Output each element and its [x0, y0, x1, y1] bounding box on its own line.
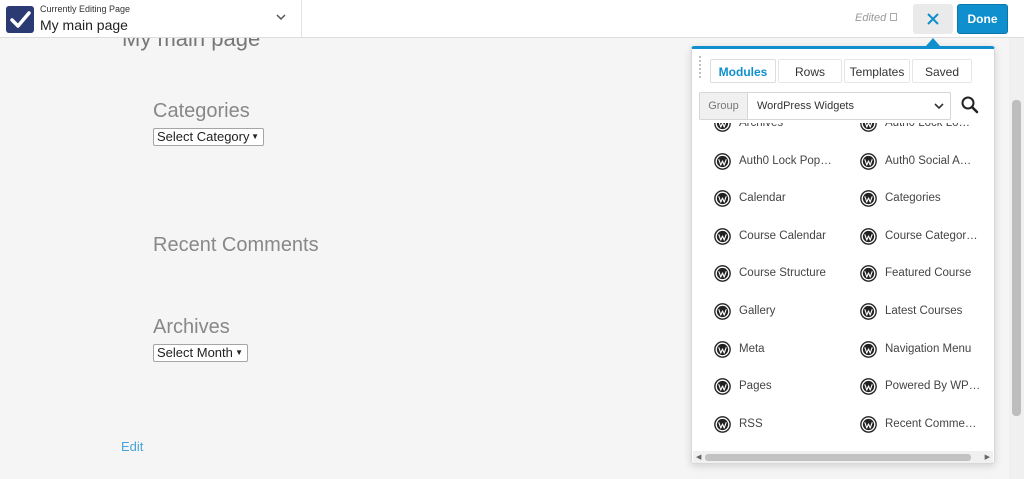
module-label: Course Calendar: [739, 229, 826, 242]
module-label: Categories: [885, 192, 941, 205]
wordpress-icon: [860, 123, 877, 132]
done-button[interactable]: Done: [957, 4, 1008, 34]
module-label: RSS: [739, 417, 763, 430]
wordpress-icon: [860, 152, 877, 170]
panel-pointer: [926, 38, 940, 46]
month-select-value: Select Month: [157, 345, 233, 360]
module-label: Auth0 Lock Pop…: [739, 154, 832, 167]
module-label: Calendar: [739, 192, 786, 205]
modules-panel: Modules Rows Templates Saved Group WordP…: [691, 46, 995, 464]
category-select-value: Select Category: [157, 129, 250, 144]
wordpress-icon: [714, 227, 731, 245]
tab-saved[interactable]: Saved: [912, 59, 972, 83]
scroll-right-icon[interactable]: ▶: [985, 453, 990, 461]
wordpress-icon: [714, 378, 731, 396]
module-label: Powered By WP…: [885, 380, 981, 393]
wordpress-icon: [860, 227, 877, 245]
scrollbar-thumb[interactable]: [1012, 100, 1021, 416]
wordpress-icon: [860, 340, 877, 358]
chevron-down-icon[interactable]: [274, 10, 288, 24]
group-value: WordPress Widgets: [757, 100, 854, 112]
chevron-down-icon: [934, 103, 944, 110]
module-label: Featured Course: [885, 267, 972, 280]
wordpress-icon: [860, 378, 877, 396]
module-label: Course Structure: [739, 267, 826, 280]
wordpress-icon: [860, 190, 877, 208]
top-bar: Currently Editing Page My main page Edit…: [0, 0, 1024, 38]
page-selector[interactable]: Currently Editing Page My main page: [0, 0, 302, 38]
panel-horizontal-scrollbar[interactable]: ◀ ▶: [693, 451, 993, 463]
module-label: Gallery: [739, 305, 776, 317]
wordpress-icon: [714, 190, 731, 208]
scroll-left-icon[interactable]: ◀: [696, 453, 701, 461]
wordpress-icon: [714, 340, 731, 358]
checkmark-logo-icon: [6, 6, 34, 33]
wordpress-icon: [714, 303, 731, 320]
module-list: Archives Auth0 Lock Lo… Auth0 Lock Pop… Aut…: [692, 123, 994, 451]
close-icon: [927, 13, 939, 25]
editing-page-title: My main page: [40, 17, 128, 33]
archives-widget-title: Archives: [153, 316, 230, 338]
module-label: Navigation Menu: [885, 342, 972, 355]
recent-comments-widget-title: Recent Comments: [153, 234, 319, 256]
tab-templates[interactable]: Templates: [844, 59, 910, 83]
wordpress-icon: [714, 152, 731, 170]
group-label: Group: [700, 93, 748, 119]
month-select[interactable]: Select Month ▼: [153, 344, 248, 362]
module-label: Pages: [739, 380, 772, 393]
module-label: Latest Courses: [885, 305, 963, 317]
module-label: Meta: [739, 342, 765, 355]
wordpress-icon: [714, 415, 731, 433]
module-label: Auth0 Social A…: [885, 154, 972, 167]
wordpress-icon: [860, 415, 877, 433]
module-label: Auth0 Lock Lo…: [885, 123, 971, 129]
tab-rows[interactable]: Rows: [778, 59, 842, 83]
history-icon[interactable]: [890, 13, 897, 21]
edit-link[interactable]: Edit: [121, 439, 143, 454]
editing-caption: Currently Editing Page: [40, 4, 131, 14]
edited-status: Edited: [855, 12, 887, 24]
category-select[interactable]: Select Category ▼: [153, 128, 264, 146]
dropdown-arrow-icon: ▼: [235, 348, 243, 357]
group-select[interactable]: Group WordPress Widgets: [699, 92, 951, 120]
page-scrollbar[interactable]: [1009, 38, 1024, 479]
wordpress-icon: [714, 265, 731, 283]
search-icon[interactable]: [960, 95, 980, 115]
close-panel-button[interactable]: [913, 4, 953, 34]
scrollbar-thumb[interactable]: [705, 454, 971, 461]
tab-modules[interactable]: Modules: [710, 59, 776, 83]
dropdown-arrow-icon: ▼: [251, 132, 259, 141]
module-label: Course Categor…: [885, 229, 978, 242]
wordpress-icon: [714, 123, 731, 132]
module-label: Recent Comme…: [885, 417, 977, 430]
drag-handle-icon[interactable]: [698, 55, 702, 79]
wordpress-icon: [860, 265, 877, 283]
module-label: Archives: [739, 123, 784, 129]
categories-widget-title: Categories: [153, 100, 250, 122]
wordpress-icon: [860, 303, 877, 320]
